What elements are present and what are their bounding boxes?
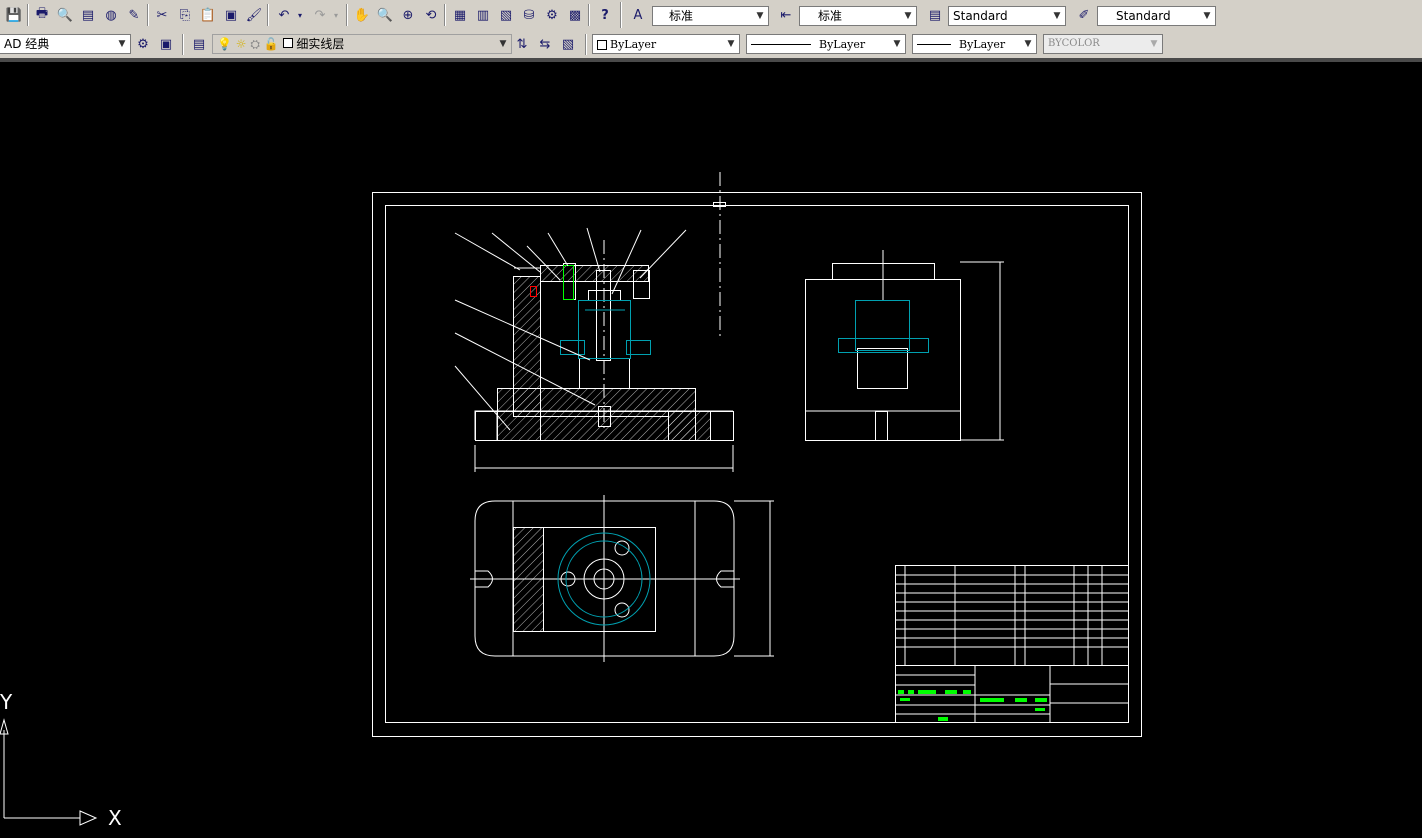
make-current-layer-icon[interactable]: ⇅ <box>512 34 532 54</box>
chevron-down-icon: ▼ <box>727 39 735 49</box>
parts-list-table <box>895 565 1129 666</box>
3d-dwf-icon[interactable]: ◍ <box>101 5 121 25</box>
multileader-style-icon[interactable]: ✐ <box>1074 5 1094 25</box>
ucs-y-label: Y <box>0 690 13 714</box>
paste-icon[interactable]: 📋 <box>198 5 218 25</box>
layers-properties-toolbar: AD 经典 ▼ ⚙ ▣ ▤ 💡 ☼ ⛭ 🔓 细实线层 ▼ ⇅ ⇆ ▧ ByLaye… <box>0 31 1422 59</box>
workspace-settings-icon[interactable]: ⚙ <box>133 34 153 54</box>
ucs-x-label: X <box>108 806 122 830</box>
layer-manager-icon[interactable]: ▤ <box>189 34 209 54</box>
lock-icon[interactable]: 🔓 <box>264 37 279 51</box>
undo-dropdown-icon[interactable]: ▾ <box>294 5 306 25</box>
multileader-style-value: Standard <box>1116 9 1171 23</box>
side-view-hidden-lines <box>838 300 929 353</box>
color-value: ByLayer <box>610 38 657 51</box>
design-center-icon[interactable]: ▥ <box>473 5 493 25</box>
workspace-select[interactable]: AD 经典 ▼ <box>0 34 131 54</box>
text-style-icon[interactable]: A <box>628 5 648 25</box>
ucs-icon: X Y <box>0 690 140 838</box>
side-view <box>805 250 1004 441</box>
pan-icon[interactable]: ✋ <box>352 5 372 25</box>
tool-palettes-icon[interactable]: ▧ <box>496 5 516 25</box>
save-icon[interactable]: 💾 <box>4 5 24 25</box>
toolbar-separator <box>27 4 29 26</box>
print-icon[interactable]: 🖶 <box>32 5 52 25</box>
dim-style-select[interactable]: 标准 ▼ <box>799 6 917 26</box>
dim-style-value: 标准 <box>818 9 843 23</box>
toolbar-separator <box>346 4 348 26</box>
freeze-viewport-icon[interactable]: ⛭ <box>250 37 260 51</box>
table-style-value: Standard <box>953 9 1008 23</box>
toolbar-separator <box>585 34 587 55</box>
layer-value: 细实线层 <box>296 37 345 51</box>
lightbulb-icon[interactable]: 💡 <box>217 37 232 51</box>
chevron-down-icon: ▼ <box>893 39 901 49</box>
print-preview-icon[interactable]: 🔍 <box>55 5 75 25</box>
layer-select[interactable]: 💡 ☼ ⛭ 🔓 细实线层 ▼ <box>212 34 512 54</box>
fixture-hidden-lines <box>560 300 651 359</box>
sun-icon[interactable]: ☼ <box>236 37 247 51</box>
chevron-down-icon: ▼ <box>1150 39 1158 49</box>
redo-dropdown-icon[interactable]: ▾ <box>330 5 342 25</box>
drawing-canvas[interactable] <box>0 62 1422 838</box>
workspace-value: AD 经典 <box>4 37 50 51</box>
drawing-frame <box>385 205 1129 723</box>
linetype-value: ByLayer <box>819 38 866 51</box>
sheet-set-icon[interactable]: ⛁ <box>519 5 539 25</box>
zoom-realtime-icon[interactable]: 🔍 <box>375 5 395 25</box>
table-style-select[interactable]: Standard ▼ <box>948 6 1066 26</box>
text-style-value: 标准 <box>669 9 694 23</box>
copy-icon[interactable]: ⎘ <box>175 5 195 25</box>
multileader-style-select[interactable]: Standard ▼ <box>1097 6 1216 26</box>
chevron-down-icon: ▼ <box>1053 11 1061 21</box>
toolbar-separator <box>182 34 184 55</box>
redo-icon[interactable]: ↷ <box>310 5 330 25</box>
chevron-down-icon: ▼ <box>118 39 126 49</box>
layer-previous-icon[interactable]: ⇆ <box>535 34 555 54</box>
plotstyle-value: BYCOLOR <box>1048 38 1100 49</box>
chevron-down-icon: ▼ <box>904 11 912 21</box>
top-view <box>470 495 774 662</box>
dimension-style-icon[interactable]: ⇤ <box>776 5 796 25</box>
publish-icon[interactable]: ▤ <box>78 5 98 25</box>
text-style-select[interactable]: 标准 ▼ <box>652 6 769 26</box>
layer-color-swatch <box>282 38 293 48</box>
table-style-icon[interactable]: ▤ <box>925 5 945 25</box>
chevron-down-icon: ▼ <box>499 39 507 49</box>
markup-icon[interactable]: ⚙ <box>542 5 562 25</box>
front-section-view <box>474 172 734 472</box>
cut-icon[interactable]: ✂ <box>152 5 172 25</box>
toolbar-separator <box>620 2 622 28</box>
toolbar-separator <box>147 4 149 26</box>
toolbar-separator <box>444 4 446 26</box>
lineweight-sample <box>917 44 951 45</box>
standard-toolbar: 💾 🖶 🔍 ▤ ◍ ✎ ✂ ⎘ 📋 ▣ 🖌 ↶ ▾ ↷ ▾ ✋ 🔍 ⊕ ⟲ ▦ … <box>0 0 1422 32</box>
chevron-down-icon: ▼ <box>1024 39 1032 49</box>
properties-icon[interactable]: ▦ <box>450 5 470 25</box>
toolbar-separator <box>588 4 590 26</box>
match-properties-icon[interactable]: 🖌 <box>244 5 264 25</box>
color-swatch <box>597 39 607 50</box>
layer-isolate-icon[interactable]: ▧ <box>558 34 578 54</box>
edit-icon[interactable]: ✎ <box>124 5 144 25</box>
chevron-down-icon: ▼ <box>756 11 764 21</box>
chevron-down-icon: ▼ <box>1203 11 1211 21</box>
zoom-previous-icon[interactable]: ⟲ <box>421 5 441 25</box>
linetype-sample <box>751 44 811 45</box>
layer-states-icon[interactable]: ▣ <box>156 34 176 54</box>
paste-block-icon[interactable]: ▣ <box>221 5 241 25</box>
lineweight-select[interactable]: ByLayer ▼ <box>912 34 1037 54</box>
toolbar-separator <box>267 4 269 26</box>
lineweight-value: ByLayer <box>959 38 1006 51</box>
help-icon[interactable]: ? <box>595 5 615 25</box>
quickcalc-icon[interactable]: ▩ <box>565 5 585 25</box>
linetype-select[interactable]: ByLayer ▼ <box>746 34 906 54</box>
zoom-window-icon[interactable]: ⊕ <box>398 5 418 25</box>
color-select[interactable]: ByLayer ▼ <box>592 34 740 54</box>
plotstyle-select: BYCOLOR ▼ <box>1043 34 1163 54</box>
undo-icon[interactable]: ↶ <box>274 5 294 25</box>
